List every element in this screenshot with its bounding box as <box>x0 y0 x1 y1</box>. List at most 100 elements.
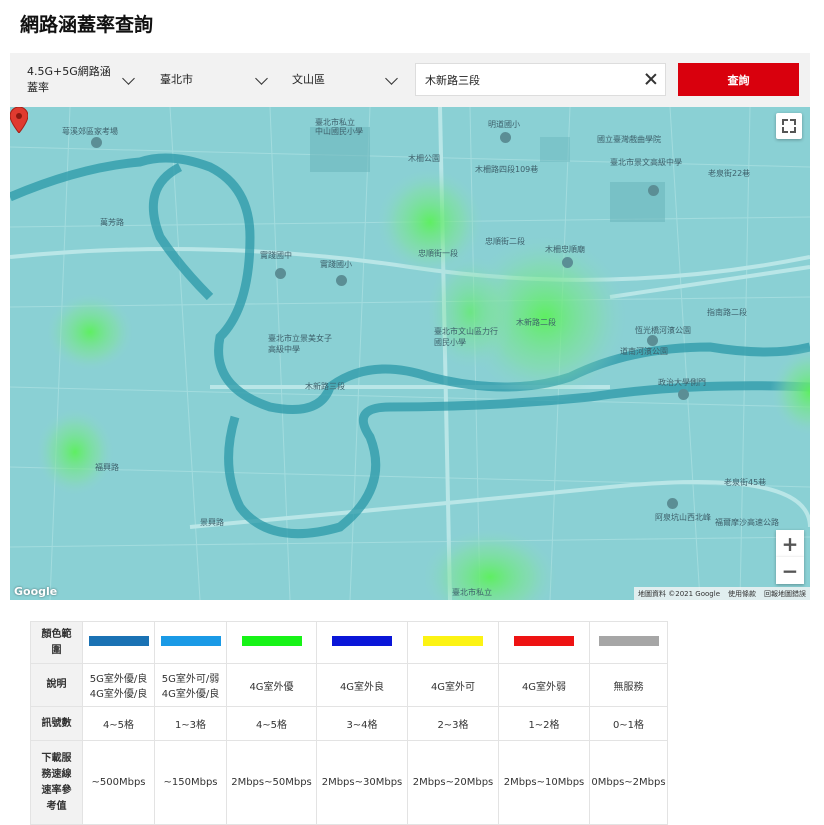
poi-icon <box>275 268 286 279</box>
legend-color-row: 顏色範圍 <box>30 621 668 664</box>
row-header: 訊號數 <box>30 706 83 741</box>
map-label: 萬芳路 <box>100 218 124 227</box>
map-label: 景興路 <box>200 518 224 527</box>
legend-cell: 2Mbps~50Mbps <box>226 740 317 825</box>
district-select[interactable]: 文山區 <box>292 53 402 107</box>
map-label: 臺北市景文高級中學 <box>610 158 682 167</box>
legend-cell: 0~1格 <box>589 706 668 741</box>
map-canvas <box>10 107 810 600</box>
map-label: 臺北市立景美女子高級中學 <box>268 334 332 354</box>
location-marker-icon[interactable] <box>10 107 28 133</box>
map-label: 國立臺灣戲曲學院 <box>597 135 661 144</box>
color-swatch <box>598 636 659 646</box>
color-swatch <box>241 636 302 646</box>
close-icon[interactable] <box>643 71 659 87</box>
map-label: 老泉街22巷 <box>708 169 751 178</box>
legend-cell: 1~3格 <box>154 706 227 741</box>
color-swatch <box>332 636 392 646</box>
map-attribution: 地圖資料 ©2021 Google 使用條款 回報地圖錯誤 <box>634 587 810 600</box>
address-input[interactable] <box>416 64 636 95</box>
color-swatch <box>160 636 221 646</box>
map-label: 阿泉坑山西北峰 <box>655 513 711 522</box>
legend-cell: 4G室外可 <box>407 663 499 707</box>
legend-cell <box>407 621 499 664</box>
legend-cell <box>226 621 317 664</box>
poi-icon <box>562 257 573 268</box>
map-label: 指南路二段 <box>707 308 747 317</box>
map-label: 福興路 <box>95 463 119 472</box>
map-label: 忠順街一段 <box>418 249 458 258</box>
network-type-value: 4.5G+5G網路涵蓋率 <box>27 65 111 94</box>
legend-cell: 2~3格 <box>407 706 499 741</box>
color-swatch <box>88 636 149 646</box>
filter-bar: 4.5G+5G網路涵蓋率 臺北市 文山區 查詢 <box>10 53 810 107</box>
desc-text: 5G室外可/弱 <box>161 674 220 685</box>
legend-cell: 5G室外優/良 4G室外優/良 <box>82 663 155 707</box>
desc-text: 4G室外可 <box>430 681 476 693</box>
fullscreen-icon <box>790 127 796 133</box>
chevron-down-icon <box>122 72 135 85</box>
coverage-map[interactable]: 萼溪郊區家考場 臺北市私立 中山國民小學 明道國小 國立臺灣戲曲學院 木柵公園 … <box>10 107 810 600</box>
desc-text: 4G室外弱 <box>521 681 567 693</box>
map-label: 政治大學側門 <box>658 378 706 387</box>
desc-text: 4G室外優/良 <box>89 689 148 700</box>
zoom-out-button[interactable]: − <box>776 557 804 584</box>
map-label: 實踐國小 <box>320 260 352 269</box>
legend-cell: 5G室外可/弱 4G室外優/良 <box>154 663 227 707</box>
fullscreen-button[interactable] <box>776 113 802 139</box>
map-label: 臺北市文山區力行國民小學 <box>434 327 498 347</box>
color-swatch <box>423 636 483 646</box>
poi-icon <box>648 185 659 196</box>
legend-cell: 0Mbps~2Mbps <box>589 740 668 825</box>
google-logo: Google <box>14 585 58 598</box>
legend-cell: ~500Mbps <box>82 740 155 825</box>
map-label: 福爾摩沙高速公路 <box>715 518 779 527</box>
legend-cell: 3~4格 <box>316 706 408 741</box>
map-label: 臺北市私立 <box>452 588 492 597</box>
page-title: 網路涵蓋率查詢 <box>20 14 154 36</box>
network-type-select[interactable]: 4.5G+5G網路涵蓋率 <box>27 53 139 107</box>
legend-desc-row: 說明 5G室外優/良 4G室外優/良 5G室外可/弱 4G室外優/良 4G室外優 4… <box>30 663 668 707</box>
city-select[interactable]: 臺北市 <box>160 53 270 107</box>
map-label: 忠順街二段 <box>485 237 525 246</box>
map-label: 木新路三段 <box>305 382 345 391</box>
color-swatch <box>514 636 574 646</box>
attribution-text: 地圖資料 ©2021 Google <box>638 589 720 598</box>
poi-icon <box>336 275 347 286</box>
chevron-down-icon <box>385 72 398 85</box>
map-label: 明道國小 <box>488 120 520 129</box>
legend-cell: 無服務 <box>589 663 668 707</box>
legend-cell: 2Mbps~20Mbps <box>407 740 499 825</box>
legend-cell: 4G室外優 <box>226 663 317 707</box>
fullscreen-icon <box>782 119 788 125</box>
city-value: 臺北市 <box>160 73 193 86</box>
legend-cell <box>498 621 590 664</box>
terms-link[interactable]: 使用條款 <box>728 589 756 599</box>
legend-cell: 4G室外弱 <box>498 663 590 707</box>
legend-cell: 4G室外良 <box>316 663 408 707</box>
poi-icon <box>667 498 678 509</box>
poi-icon <box>678 389 689 400</box>
desc-text: 4G室外良 <box>339 681 385 693</box>
legend-cell: 4~5格 <box>82 706 155 741</box>
legend-cell <box>589 621 668 664</box>
map-label: 木柵忠順廟 <box>545 245 585 254</box>
desc-text: 5G室外優/良 <box>89 674 148 685</box>
legend-cell <box>82 621 155 664</box>
report-link[interactable]: 回報地圖錯誤 <box>764 589 806 599</box>
map-label: 恆光橋河濱公園 <box>635 326 691 335</box>
poi-icon <box>500 132 511 143</box>
search-button[interactable]: 查詢 <box>678 63 799 96</box>
legend-cell <box>154 621 227 664</box>
map-label: 老泉街45巷 <box>724 478 767 487</box>
row-header: 說明 <box>30 663 83 707</box>
legend-speed-row: 下載服務速線速率參考值 ~500Mbps ~150Mbps 2Mbps~50Mb… <box>30 740 668 825</box>
chevron-down-icon <box>255 72 268 85</box>
legend-cell: 2Mbps~30Mbps <box>316 740 408 825</box>
district-value: 文山區 <box>292 73 325 86</box>
map-label: 實踐國中 <box>260 251 292 260</box>
zoom-in-button[interactable]: + <box>776 530 804 557</box>
legend-table: 顏色範圍 說明 5G室外優/良 4G室外優/良 5G室外可/弱 4G室外優/良 4G… <box>30 621 668 825</box>
map-label: 木柵公園 <box>408 154 440 163</box>
legend-cell: 4~5格 <box>226 706 317 741</box>
